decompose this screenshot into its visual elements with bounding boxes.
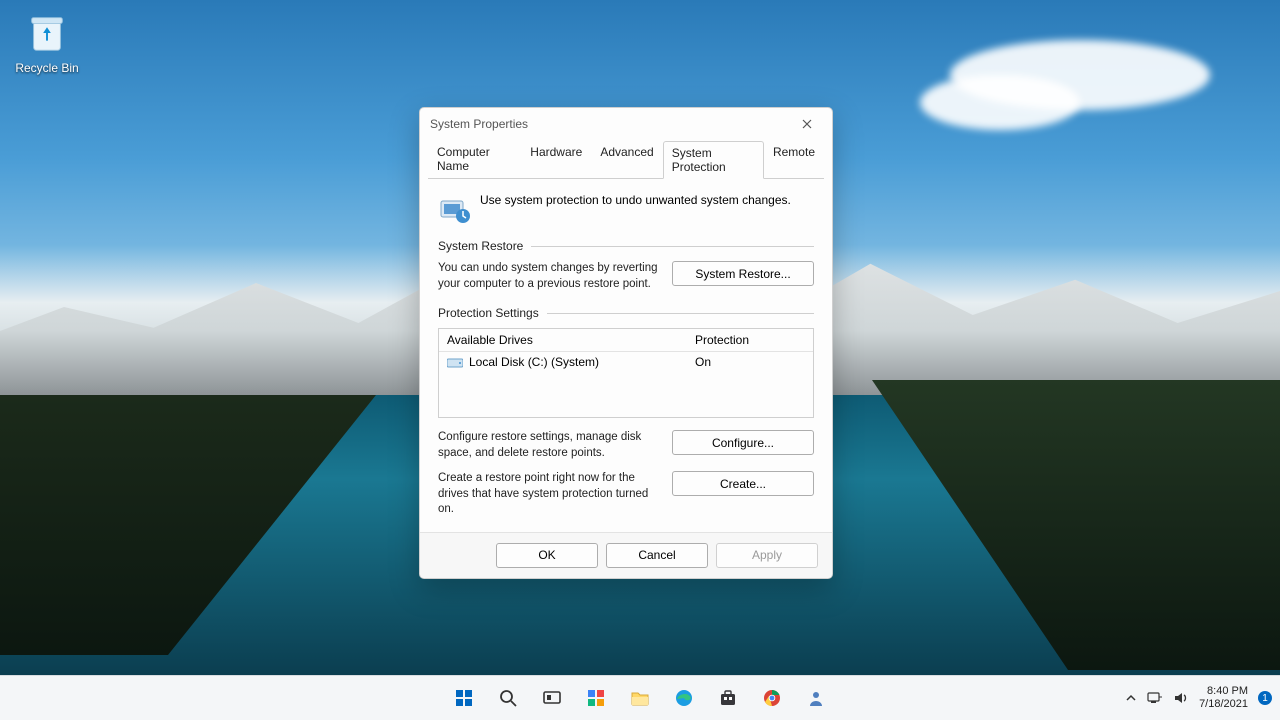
- create-button[interactable]: Create...: [672, 471, 814, 496]
- intro-text: Use system protection to undo unwanted s…: [480, 193, 791, 207]
- network-icon[interactable]: [1147, 691, 1163, 705]
- group-protection-settings-title: Protection Settings: [438, 306, 539, 320]
- taskbar: 8:40 PM 7/18/2021 1: [0, 675, 1280, 720]
- task-view-button[interactable]: [533, 679, 571, 717]
- restore-description: You can undo system changes by reverting…: [438, 261, 658, 292]
- edge-icon: [674, 688, 694, 708]
- system-restore-button[interactable]: System Restore...: [672, 261, 814, 286]
- clock-date: 7/18/2021: [1199, 698, 1248, 711]
- ok-button[interactable]: OK: [496, 543, 598, 568]
- col-protection[interactable]: Protection: [687, 329, 813, 351]
- col-available-drives[interactable]: Available Drives: [439, 329, 687, 351]
- apply-button[interactable]: Apply: [716, 543, 818, 568]
- store-icon: [718, 688, 738, 708]
- search-button[interactable]: [489, 679, 527, 717]
- start-button[interactable]: [445, 679, 483, 717]
- task-view-icon: [542, 688, 562, 708]
- create-description: Create a restore point right now for the…: [438, 471, 658, 518]
- drive-table-header: Available Drives Protection: [439, 329, 813, 352]
- close-icon: [802, 119, 812, 129]
- drive-table[interactable]: Available Drives Protection Local Disk (…: [438, 328, 814, 418]
- drive-row[interactable]: Local Disk (C:) (System) On: [439, 352, 813, 372]
- drive-icon: [447, 356, 463, 368]
- widgets-icon: [586, 688, 606, 708]
- group-system-restore-title: System Restore: [438, 239, 523, 253]
- notification-badge[interactable]: 1: [1258, 691, 1272, 705]
- tab-hardware[interactable]: Hardware: [521, 140, 591, 178]
- recycle-bin[interactable]: Recycle Bin: [10, 10, 84, 75]
- cloud-decor: [920, 75, 1080, 130]
- windows-icon: [454, 688, 474, 708]
- cancel-button[interactable]: Cancel: [606, 543, 708, 568]
- drive-name: Local Disk (C:) (System): [469, 355, 599, 369]
- dialog-button-row: OK Cancel Apply: [420, 532, 832, 578]
- tab-system-protection[interactable]: System Protection: [663, 141, 764, 179]
- dialog-content: Use system protection to undo unwanted s…: [420, 179, 832, 532]
- person-icon: [806, 688, 826, 708]
- folder-icon: [630, 688, 650, 708]
- dialog-title: System Properties: [430, 117, 528, 131]
- volume-icon[interactable]: [1173, 691, 1189, 705]
- divider: [547, 313, 814, 314]
- taskbar-center: [445, 679, 835, 717]
- drive-status: On: [687, 352, 813, 372]
- system-properties-dialog: System Properties Computer Name Hardware…: [419, 107, 833, 579]
- chevron-up-icon[interactable]: [1125, 692, 1137, 704]
- desktop: Recycle Bin System Properties Computer N…: [0, 0, 1280, 720]
- chrome-button[interactable]: [753, 679, 791, 717]
- store-button[interactable]: [709, 679, 747, 717]
- recycle-bin-label: Recycle Bin: [10, 61, 84, 75]
- edge-button[interactable]: [665, 679, 703, 717]
- configure-button[interactable]: Configure...: [672, 430, 814, 455]
- system-protection-icon: [438, 193, 470, 225]
- close-button[interactable]: [790, 114, 824, 134]
- file-explorer-button[interactable]: [621, 679, 659, 717]
- widgets-button[interactable]: [577, 679, 615, 717]
- recycle-bin-icon: [24, 10, 70, 56]
- divider: [531, 246, 814, 247]
- app-button[interactable]: [797, 679, 835, 717]
- configure-description: Configure restore settings, manage disk …: [438, 430, 658, 461]
- tab-strip: Computer Name Hardware Advanced System P…: [420, 138, 832, 178]
- titlebar[interactable]: System Properties: [420, 108, 832, 138]
- system-tray: 8:40 PM 7/18/2021 1: [1125, 685, 1272, 710]
- taskbar-clock[interactable]: 8:40 PM 7/18/2021: [1199, 685, 1248, 710]
- tab-computer-name[interactable]: Computer Name: [428, 140, 521, 178]
- tab-advanced[interactable]: Advanced: [591, 140, 662, 178]
- search-icon: [498, 688, 518, 708]
- tab-remote[interactable]: Remote: [764, 140, 824, 178]
- clock-time: 8:40 PM: [1199, 685, 1248, 698]
- chrome-icon: [762, 688, 782, 708]
